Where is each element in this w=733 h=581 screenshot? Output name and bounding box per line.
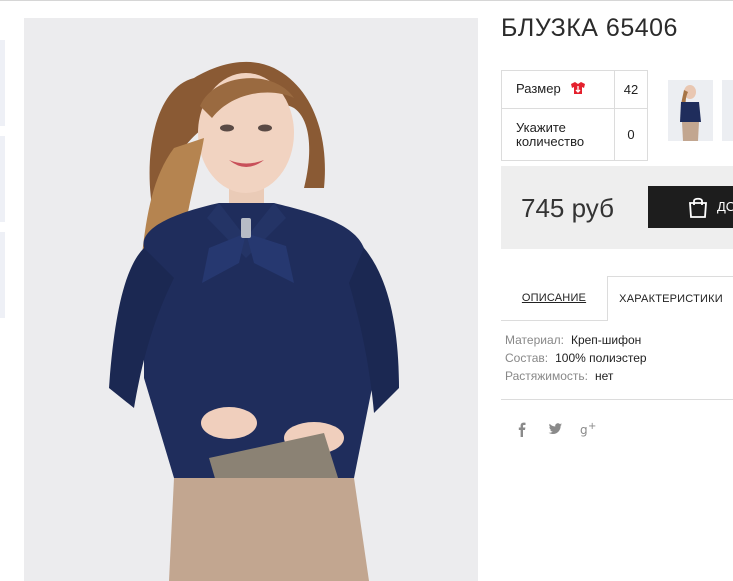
top-divider	[0, 0, 733, 1]
thumbnail-2[interactable]	[0, 136, 5, 222]
size-label-cell: Размер	[501, 70, 615, 109]
google-plus-icon[interactable]: g +	[580, 421, 596, 437]
add-to-cart-label: ДО	[717, 199, 733, 214]
size-label: Размер	[516, 80, 561, 96]
gallery-thumbnail-1[interactable]	[668, 80, 713, 141]
add-to-cart-button[interactable]: ДО	[648, 186, 733, 228]
thumbnail-1[interactable]	[0, 40, 5, 126]
shopping-bag-icon	[686, 195, 710, 224]
size-quantity-table: Размер 42 Укажите количество 0	[501, 70, 648, 161]
quantity-input[interactable]: 0	[614, 108, 648, 161]
product-main-photo[interactable]	[24, 18, 478, 581]
section-divider	[501, 399, 733, 400]
facebook-icon[interactable]	[514, 421, 530, 437]
model-illustration	[24, 18, 478, 581]
product-price: 745 руб	[521, 193, 614, 223]
svg-text:+: +	[588, 421, 596, 432]
thumbnail-3[interactable]	[0, 232, 5, 318]
shirt-size-icon[interactable]	[570, 81, 586, 98]
gallery-thumbnail-2[interactable]	[722, 80, 733, 141]
quantity-label: Укажите количество	[501, 108, 615, 161]
svg-text:g: g	[580, 423, 588, 437]
price-box: 745 руб ДО	[501, 166, 733, 249]
spec-stretch: Растяжимость: нет	[505, 369, 614, 383]
tab-description[interactable]: ОПИСАНИЕ	[501, 276, 607, 321]
product-title: БЛУЗКА 65406	[501, 14, 678, 42]
twitter-icon[interactable]	[547, 421, 563, 437]
spec-composition: Состав: 100% полиэстер	[505, 351, 647, 365]
size-value[interactable]: 42	[614, 70, 648, 109]
product-tabs: ОПИСАНИЕ ХАРАКТЕРИСТИКИ	[501, 276, 733, 321]
tab-characteristics[interactable]: ХАРАКТЕРИСТИКИ	[607, 276, 733, 321]
spec-material: Материал: Креп-шифон	[505, 333, 642, 347]
